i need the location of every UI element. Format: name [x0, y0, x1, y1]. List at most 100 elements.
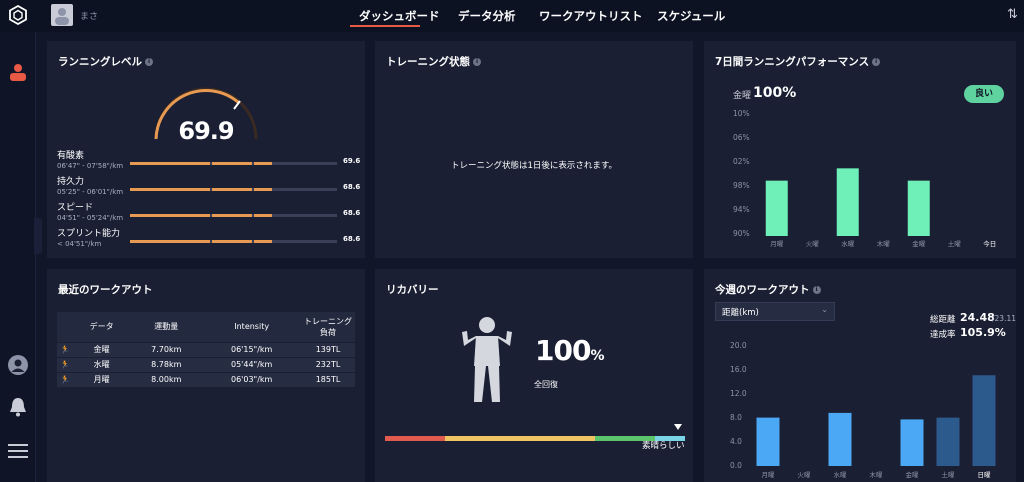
- x-tick-label: 月曜: [762, 471, 776, 479]
- level-row: スピード 04'51" - 05'24"/km 68.6: [57, 200, 361, 222]
- weekly-bar: [828, 412, 852, 466]
- performance-bar: [907, 180, 930, 236]
- column-header: データ: [73, 312, 131, 342]
- cell-day: 水曜: [73, 356, 131, 372]
- cell-amount: 7.70km: [130, 341, 203, 357]
- body-figure-icon: [462, 317, 512, 402]
- level-name: スピード: [57, 203, 94, 213]
- performance-chart: 月曜 火曜 水曜 木曜 金曜 土曜 今日: [765, 168, 996, 248]
- level-row: 有酸素 06'47" - 07'58"/km 69.6: [57, 148, 361, 170]
- bell-icon[interactable]: [9, 397, 27, 417]
- active-tab-indicator: [350, 25, 420, 27]
- recovery-percent: 100%: [535, 334, 604, 367]
- panel-title: ランニングレベル i: [58, 54, 153, 69]
- sidebar-collapse-tab[interactable]: [34, 218, 42, 254]
- recovery-panel: リカバリー 100% 全回復 素晴らしい: [375, 269, 693, 482]
- table-row[interactable]: 🏃 金曜 7.70km 06'15"/km 139TL: [57, 341, 355, 357]
- x-tick-label: 火曜: [798, 471, 812, 479]
- nav-schedule[interactable]: スケジュール: [657, 8, 725, 24]
- column-header-icon: [57, 312, 73, 342]
- runner-user-icon[interactable]: [8, 62, 28, 82]
- performance-bar: [765, 180, 788, 236]
- runner-icon: 🏃: [60, 345, 70, 354]
- cell-load: 185TL: [301, 371, 355, 387]
- level-name: 有酸素: [57, 151, 85, 161]
- performance-bar: [836, 168, 859, 236]
- panel-title: トレーニング状態 i: [386, 54, 481, 69]
- x-tick-label: 木曜: [870, 470, 884, 479]
- level-value: 69.9: [178, 117, 234, 145]
- cell-day: 金曜: [73, 341, 131, 357]
- column-header: トレーニング負荷: [301, 312, 355, 342]
- table-row[interactable]: 🏃 月曜 8.00km 06'03"/km 185TL: [57, 371, 355, 387]
- weekly-bar: [900, 419, 924, 466]
- x-tick-label: 金曜: [906, 470, 920, 479]
- x-tick-label: 月曜: [770, 240, 784, 248]
- level-bar: [130, 240, 337, 243]
- x-tick-label: 今日: [983, 239, 996, 248]
- training-status-message: トレーニング状態は1日後に表示されます。: [450, 161, 618, 171]
- cell-intensity: 06'03"/km: [202, 371, 301, 387]
- recovery-label: 素晴らしい: [642, 441, 685, 451]
- running-level-panel: ランニングレベル i 69.9 有酸素 06'47" - 07'58"/km 69…: [47, 41, 365, 258]
- cell-intensity: 05'44"/km: [202, 356, 301, 372]
- user-avatar[interactable]: [51, 4, 73, 26]
- x-tick-label: 日曜: [978, 471, 992, 479]
- level-name: 持久力: [57, 177, 85, 187]
- nav-dashboard[interactable]: ダッシュボード: [359, 8, 440, 24]
- menu-icon[interactable]: [8, 443, 28, 459]
- level-bar: [130, 214, 337, 217]
- weekly-workouts-panel: 今週のワークアウト i 距離(km) ⌄ 総距離 24.48 /23.11 達成率 …: [704, 269, 1016, 482]
- x-tick-label: 木曜: [877, 239, 891, 248]
- nav-data-analysis[interactable]: データ分析: [458, 8, 516, 24]
- training-status-panel: トレーニング状態 i トレーニング状態は1日後に表示されます。: [375, 41, 693, 258]
- level-bar: [130, 188, 337, 191]
- level-value-small: 69.6: [343, 157, 361, 165]
- table-row[interactable]: 🏃 水曜 8.78km 05'44"/km 232TL: [57, 356, 355, 372]
- panel-title: 最近のワークアウト: [58, 284, 153, 296]
- panel-title: リカバリー: [386, 284, 439, 296]
- performance-panel: 7日間ランニングパフォーマンス i 金曜 100% 良い 10% 06% 02% …: [704, 41, 1016, 258]
- info-icon[interactable]: i: [145, 58, 153, 66]
- recovery-scale: [385, 436, 685, 441]
- level-row: 持久力 05'25" - 06'01"/km 68.6: [57, 174, 361, 196]
- weekly-bar: [756, 417, 780, 466]
- top-bar: まさ ダッシュボード データ分析 ワークアウトリスト スケジュール ⇅: [0, 0, 1024, 32]
- person-icon: [55, 8, 69, 25]
- runner-icon: 🏃: [60, 375, 70, 385]
- workouts-table: データ 運動量 Intensity トレーニング負荷 🏃 金曜 7.70km 0…: [57, 312, 355, 387]
- nav-workout-list[interactable]: ワークアウトリスト: [539, 8, 643, 24]
- level-value-small: 68.6: [343, 183, 361, 191]
- cell-load: 139TL: [301, 341, 355, 357]
- x-tick-label: 金曜: [912, 239, 926, 248]
- level-value-small: 68.6: [343, 235, 361, 243]
- x-tick-label: 火曜: [806, 240, 820, 248]
- avatar-icon[interactable]: [7, 354, 29, 376]
- weekly-chart: 月曜 火曜 水曜 木曜 金曜 土曜 日曜: [756, 375, 996, 479]
- level-bar: [130, 162, 337, 165]
- user-name: まさ: [80, 12, 99, 22]
- info-icon[interactable]: i: [473, 58, 481, 66]
- cell-intensity: 06'15"/km: [202, 341, 301, 357]
- level-row: スプリント能力 < 04'51"/km 68.6: [57, 226, 361, 248]
- recovery-status: 全回復: [534, 380, 558, 389]
- cell-amount: 8.78km: [130, 356, 203, 372]
- weekly-bar: [936, 417, 960, 466]
- dashboard-app: まさ ダッシュボード データ分析 ワークアウトリスト スケジュール ⇅ ランニン…: [0, 0, 1024, 482]
- x-tick-label: 水曜: [841, 239, 855, 248]
- cell-day: 月曜: [73, 371, 131, 387]
- weekly-bar: [972, 375, 996, 466]
- sidebar: [0, 32, 36, 482]
- recent-workouts-panel: 最近のワークアウト データ 運動量 Intensity トレーニング負荷 🏃 金…: [47, 269, 365, 482]
- cell-load: 232TL: [301, 356, 355, 372]
- cell-amount: 8.00km: [130, 371, 203, 387]
- column-header: Intensity: [202, 312, 301, 342]
- recovery-marker-icon: [674, 424, 682, 430]
- sort-arrows-icon[interactable]: ⇅: [1007, 7, 1018, 22]
- runner-icon: 🏃: [60, 360, 70, 369]
- recovery-bar: [674, 424, 682, 430]
- x-tick-label: 土曜: [942, 470, 956, 479]
- level-value-small: 68.6: [343, 209, 361, 217]
- app-logo-icon[interactable]: [8, 5, 28, 25]
- x-tick-label: 水曜: [834, 470, 848, 479]
